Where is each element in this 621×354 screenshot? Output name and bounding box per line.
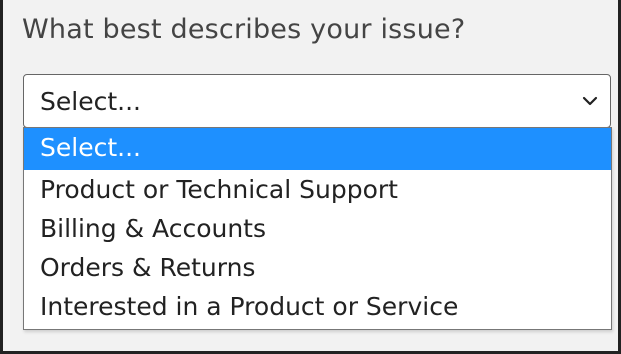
issue-dropdown-list: Select... Product or Technical Support B… <box>23 127 612 330</box>
option-select[interactable]: Select... <box>24 128 611 170</box>
chevron-down-icon <box>582 96 598 106</box>
option-billing-accounts[interactable]: Billing & Accounts <box>24 209 611 248</box>
question-label: What best describes your issue? <box>22 14 466 45</box>
select-current-value: Select... <box>40 87 141 116</box>
form-panel: What best describes your issue? Select..… <box>0 0 621 354</box>
option-orders-returns[interactable]: Orders & Returns <box>24 248 611 287</box>
option-product-technical-support[interactable]: Product or Technical Support <box>24 170 611 209</box>
option-interested-product-service[interactable]: Interested in a Product or Service <box>24 287 611 326</box>
issue-select[interactable]: Select... <box>23 74 611 128</box>
